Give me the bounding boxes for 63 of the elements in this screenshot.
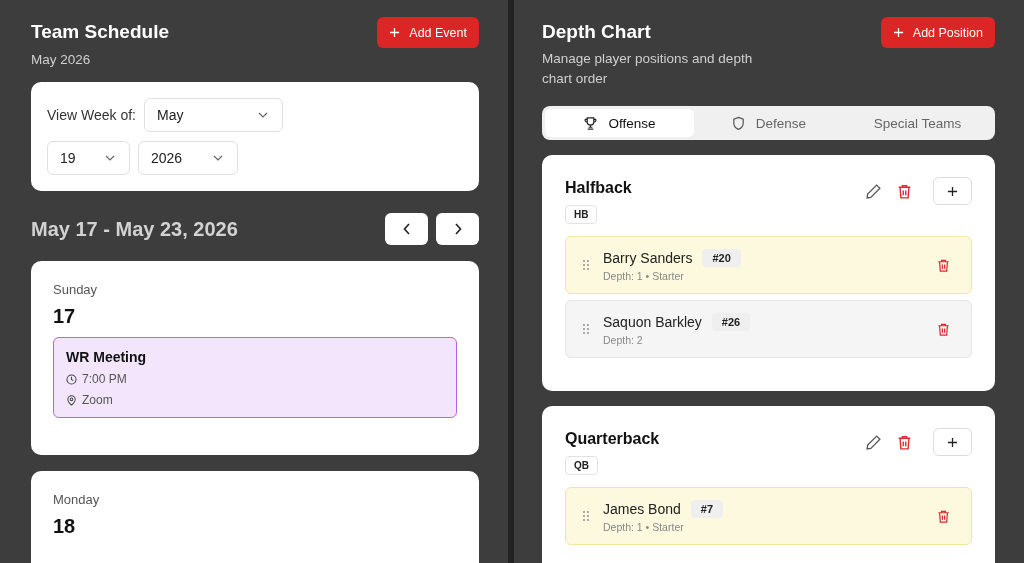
plus-icon	[389, 27, 401, 38]
day-number: 18	[53, 515, 77, 538]
delete-icon[interactable]	[936, 321, 951, 337]
event-title: WR Meeting	[66, 349, 148, 365]
trophy-icon	[583, 115, 599, 131]
position-name: Halfback	[565, 179, 632, 197]
depth-label: Depth: 1 • Starter	[603, 269, 685, 282]
plus-icon	[947, 436, 958, 448]
player-name: Barry Sanders	[603, 249, 693, 266]
jersey-number: #20	[702, 248, 741, 267]
delete-icon[interactable]	[896, 433, 913, 451]
chevron-right-icon	[453, 223, 462, 235]
location-pin-icon	[66, 394, 77, 406]
week-range: May 17 - May 23, 2026	[31, 217, 238, 241]
jersey-number: #26	[711, 312, 751, 331]
plus-icon	[947, 185, 958, 197]
previous-week-button[interactable]	[385, 213, 428, 245]
edit-icon[interactable]	[865, 433, 882, 451]
next-week-button[interactable]	[436, 213, 479, 245]
clock-icon	[66, 373, 77, 385]
player-name: Saquon Barkley	[603, 313, 702, 330]
chevron-down-icon	[105, 155, 115, 161]
week-select[interactable]: 19	[47, 141, 130, 175]
event-card[interactable]: WR Meeting 7:00 PM Zoom	[53, 337, 457, 418]
delete-icon[interactable]	[936, 508, 951, 524]
chevron-down-icon	[258, 112, 268, 118]
weekday-label: Monday	[53, 492, 101, 507]
page-title: Team Schedule	[31, 21, 169, 43]
chevron-left-icon	[402, 223, 411, 235]
depth-label: Depth: 2	[603, 333, 644, 346]
drag-handle-icon[interactable]	[582, 259, 590, 271]
tab[interactable]: Offense	[545, 109, 694, 137]
event-time: 7:00 PM	[82, 372, 127, 386]
year-select[interactable]: 2026	[138, 141, 238, 175]
add-event-button[interactable]: Add Event	[377, 17, 479, 48]
drag-handle-icon[interactable]	[582, 323, 590, 335]
month-select[interactable]: May	[144, 98, 283, 132]
plus-icon	[892, 27, 904, 38]
page-subtitle: May 2026	[31, 52, 92, 67]
event-location: Zoom	[82, 393, 113, 407]
position-abbreviation: QB	[565, 456, 598, 475]
player-row[interactable]: Saquon Barkley #26 Depth: 2	[565, 300, 972, 358]
weekday-label: Sunday	[53, 282, 99, 297]
player-row[interactable]: James Bond #7 Depth: 1 • Starter	[565, 487, 972, 545]
delete-icon[interactable]	[936, 257, 951, 273]
jersey-number: #7	[690, 499, 724, 518]
depth-label: Depth: 1 • Starter	[603, 520, 685, 533]
page-title: Depth Chart	[542, 21, 652, 43]
position-name: Quarterback	[565, 430, 660, 448]
player-row[interactable]: Barry Sanders #20 Depth: 1 • Starter	[565, 236, 972, 294]
shield-icon	[730, 115, 746, 131]
tab[interactable]: Special Teams	[843, 109, 992, 137]
day-number: 17	[53, 305, 77, 328]
tab[interactable]: Defense	[694, 109, 843, 137]
edit-icon[interactable]	[865, 182, 882, 200]
drag-handle-icon[interactable]	[582, 510, 590, 522]
delete-icon[interactable]	[896, 182, 913, 200]
filter-label: View Week of:	[47, 107, 136, 123]
chevron-down-icon	[213, 155, 223, 161]
page-description: Manage player positions and depth chart order	[542, 50, 754, 88]
position-abbreviation: HB	[565, 205, 598, 224]
player-name: James Bond	[603, 500, 681, 517]
add-position-button[interactable]: Add Position	[880, 17, 995, 48]
